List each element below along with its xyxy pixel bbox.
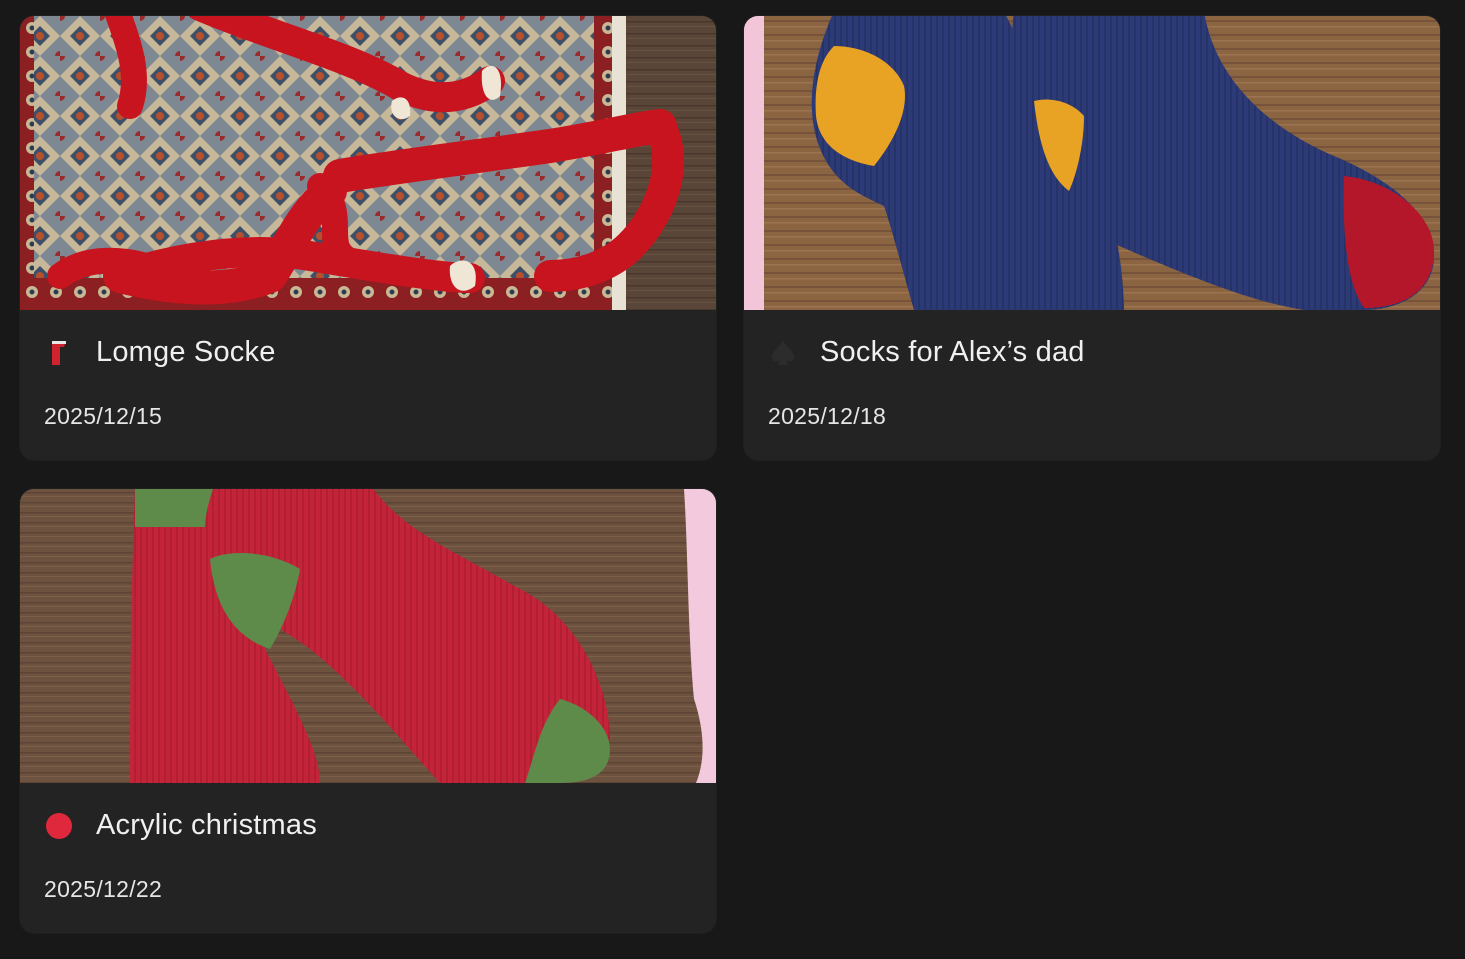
- project-title: Lomge Socke: [96, 336, 276, 368]
- project-grid: Lomge Socke 2025/12/15 Socks for Alex’s …: [0, 0, 1465, 959]
- project-date: 2025/12/22: [44, 876, 163, 902]
- spade-icon: [768, 338, 798, 368]
- project-date: 2025/12/15: [44, 403, 163, 429]
- red-dot-icon: [44, 811, 74, 841]
- project-date: 2025/12/18: [768, 403, 887, 429]
- project-card[interactable]: Acrylic christmas 2025/12/22: [20, 489, 716, 933]
- project-title-row: Lomge Socke: [44, 336, 276, 369]
- project-title: Acrylic christmas: [96, 809, 317, 841]
- project-photo: [744, 16, 1440, 310]
- project-card[interactable]: Lomge Socke 2025/12/15: [20, 16, 716, 460]
- project-photo: [20, 489, 716, 783]
- project-title-row: Acrylic christmas: [44, 809, 317, 842]
- project-title-row: Socks for Alex’s dad: [768, 336, 1085, 369]
- project-photo: [20, 16, 716, 310]
- project-card[interactable]: Socks for Alex’s dad 2025/12/18: [744, 16, 1440, 460]
- sock-icon: [44, 338, 74, 368]
- project-title: Socks for Alex’s dad: [820, 336, 1085, 368]
